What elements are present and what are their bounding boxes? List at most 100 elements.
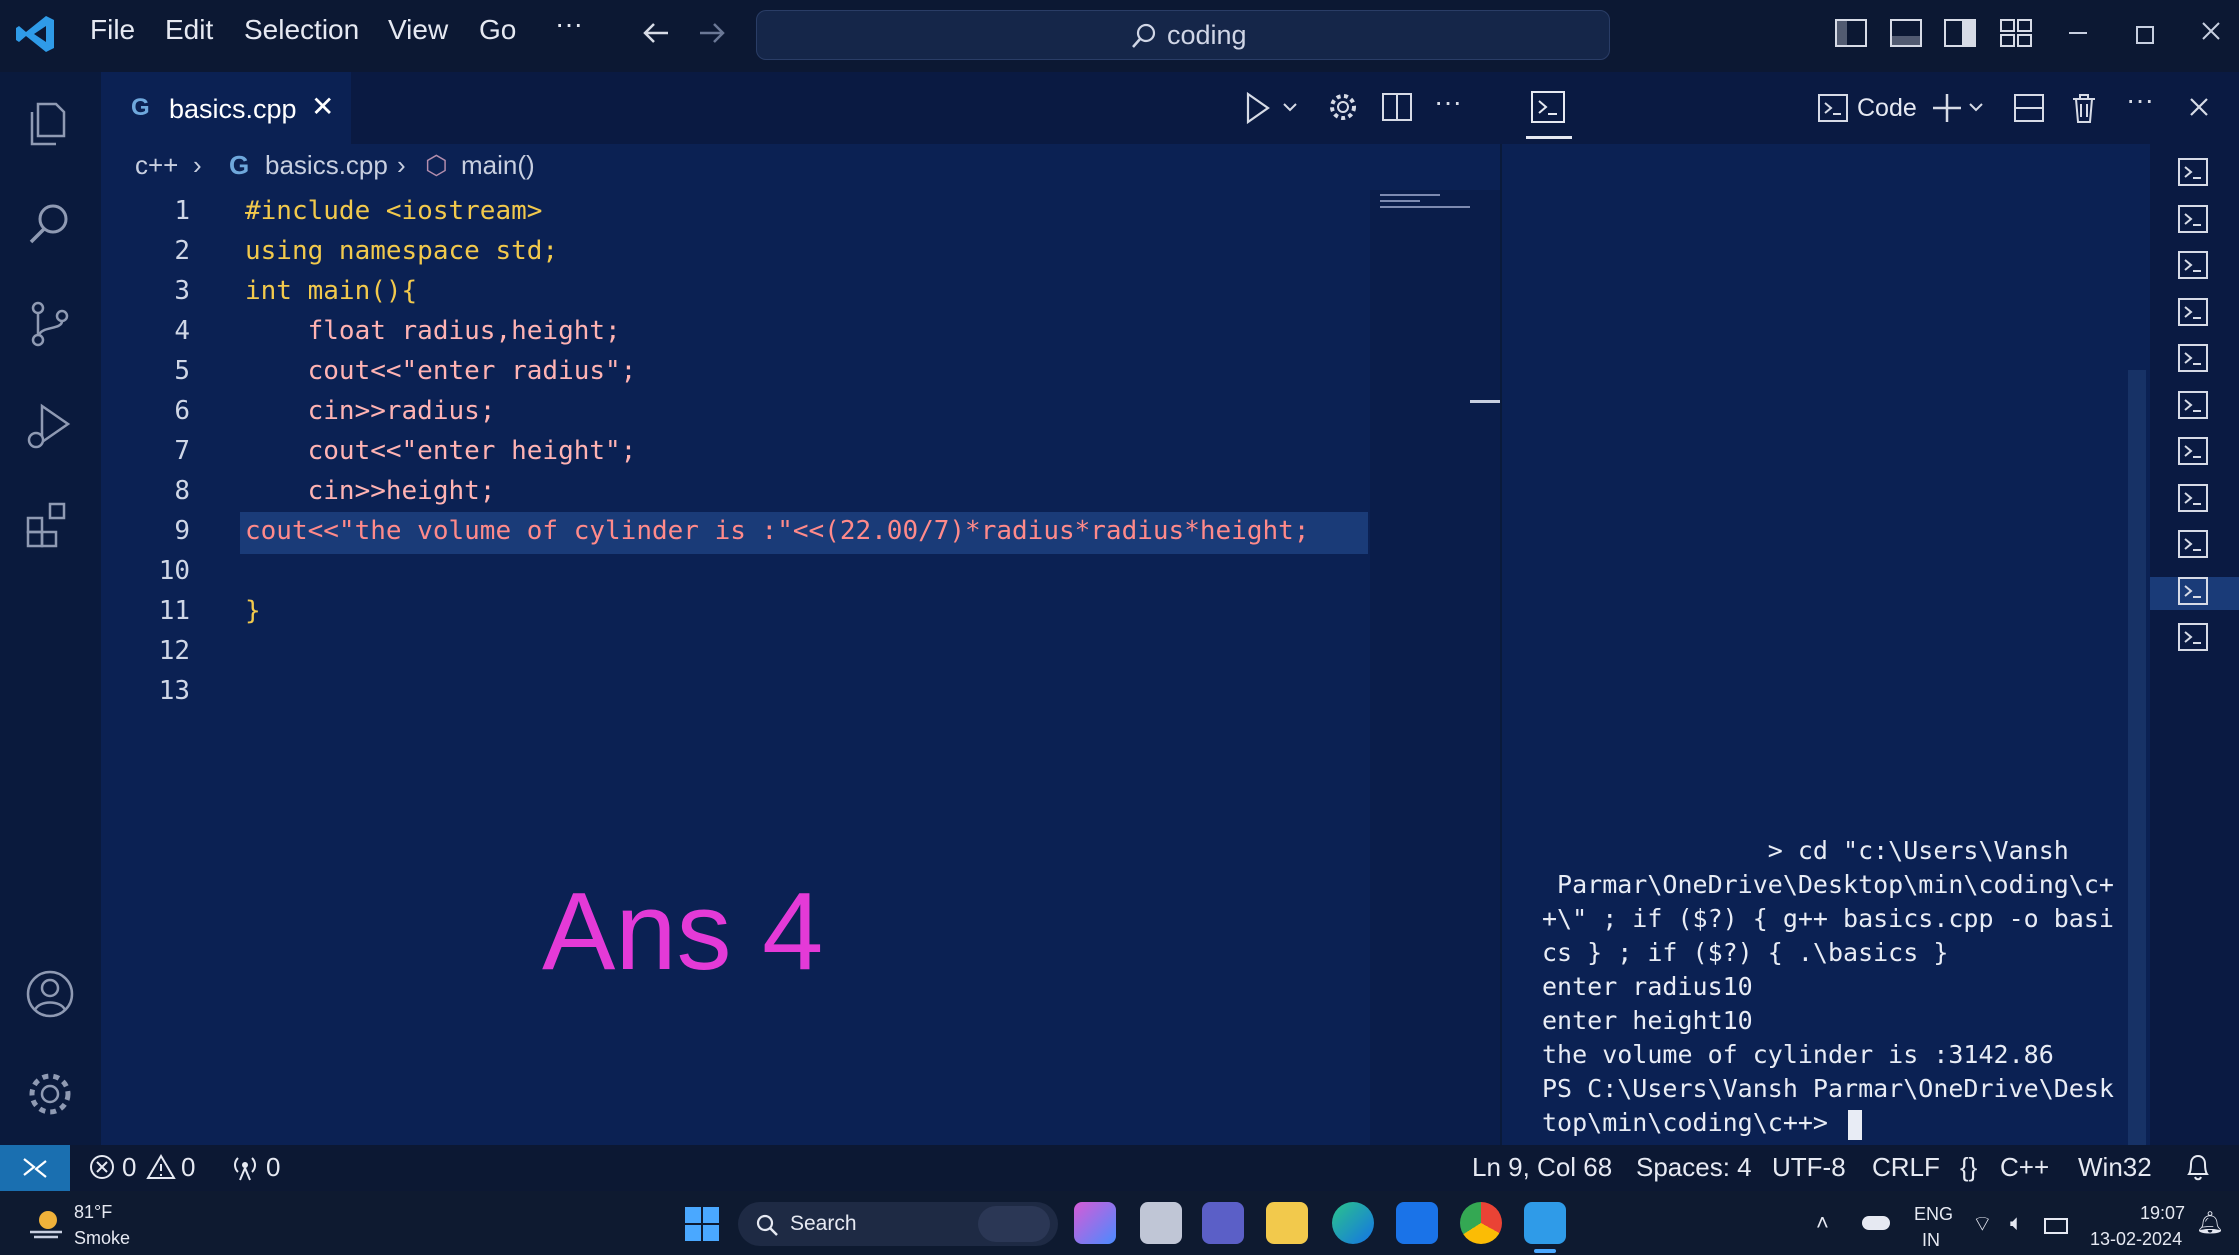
errors-count[interactable]: 0 xyxy=(122,1152,136,1183)
code-line[interactable]: using namespace std; xyxy=(245,236,558,266)
language-top[interactable]: ENG xyxy=(1914,1204,1953,1225)
restore-icon[interactable] xyxy=(2136,26,2154,44)
ports-count[interactable]: 0 xyxy=(266,1152,280,1183)
code-line[interactable]: cout<<"enter height"; xyxy=(245,436,637,466)
close-window-icon[interactable] xyxy=(2200,20,2222,47)
terminal-instance-icon[interactable] xyxy=(2178,344,2208,377)
source-control-icon[interactable] xyxy=(22,296,78,352)
edge-browser-icon[interactable] xyxy=(1332,1202,1374,1244)
toggle-primary-sidebar-icon[interactable] xyxy=(1834,18,1868,53)
code-line[interactable]: cout<<"the volume of cylinder is :"<<(22… xyxy=(245,516,1309,546)
terminal-instance-icon[interactable] xyxy=(2178,251,2208,284)
back-arrow-icon[interactable] xyxy=(640,16,674,55)
wifi-icon[interactable]: ⌔ xyxy=(1972,1210,1993,1238)
run-debug-icon[interactable] xyxy=(22,398,78,454)
menu-selection[interactable]: Selection xyxy=(244,14,359,46)
terminal-instance-icon[interactable] xyxy=(2178,297,2208,331)
vscode-taskbar-icon[interactable] xyxy=(1524,1202,1566,1244)
tab-close-icon[interactable]: ✕ xyxy=(311,90,334,123)
errors-icon[interactable] xyxy=(88,1153,116,1186)
code-line[interactable]: cout<<"enter radius"; xyxy=(245,356,637,386)
chevron-up-icon[interactable]: ˄ xyxy=(1816,1210,1829,1236)
forward-arrow-icon[interactable] xyxy=(694,16,728,55)
kill-terminal-trash-icon[interactable] xyxy=(2070,92,2098,129)
copilot-app-icon[interactable] xyxy=(1074,1202,1116,1244)
weather-temp[interactable]: 81°F xyxy=(74,1202,112,1223)
notifications-bell-icon[interactable] xyxy=(2184,1152,2212,1187)
settings-gear-icon[interactable] xyxy=(22,1066,78,1122)
run-code-icon[interactable] xyxy=(1244,90,1304,131)
tab-basics-cpp[interactable]: G basics.cpp ✕ xyxy=(101,72,351,144)
clock-time[interactable]: 19:07 xyxy=(2140,1203,2185,1224)
chrome-browser-icon[interactable] xyxy=(1460,1202,1502,1244)
task-view-icon[interactable] xyxy=(1140,1202,1182,1244)
windows-start-icon[interactable] xyxy=(684,1206,720,1247)
volume-icon[interactable]: 🔈︎ xyxy=(2010,1210,2023,1236)
terminal-tab-icon[interactable] xyxy=(1530,90,1566,129)
terminal-name[interactable]: Code xyxy=(1857,94,1917,123)
split-terminal-icon[interactable] xyxy=(2014,94,2044,127)
terminal-instance-icon[interactable] xyxy=(2150,576,2239,610)
terminal-instance-icon[interactable] xyxy=(2178,158,2208,191)
code-line[interactable]: float radius,height; xyxy=(245,316,621,346)
split-editor-icon[interactable] xyxy=(1381,92,1413,127)
breadcrumb-symbol[interactable]: main() xyxy=(461,150,535,181)
debug-settings-gear-icon[interactable] xyxy=(1326,90,1360,129)
ports-broadcast-icon[interactable] xyxy=(230,1153,260,1186)
code-line[interactable]: cin>>height; xyxy=(245,476,496,506)
toggle-panel-icon[interactable] xyxy=(1889,18,1923,53)
code-line[interactable]: #include <iostream> xyxy=(245,196,542,226)
file-explorer-icon[interactable] xyxy=(1266,1202,1308,1244)
language-bottom[interactable]: IN xyxy=(1922,1230,1940,1251)
toggle-secondary-sidebar-icon[interactable] xyxy=(1943,18,1977,53)
explorer-icon[interactable] xyxy=(22,96,78,152)
panel-more-actions-icon[interactable]: ··· xyxy=(2126,84,2154,116)
breadcrumb-folder[interactable]: c++ xyxy=(135,150,178,181)
language-mode[interactable]: C++ xyxy=(2000,1152,2049,1183)
editor-more-actions-icon[interactable]: ··· xyxy=(1434,86,1462,118)
search-view-icon[interactable] xyxy=(22,196,78,252)
terminal-instance-icon[interactable] xyxy=(2178,483,2208,517)
menu-view[interactable]: View xyxy=(388,14,448,46)
menu-edit[interactable]: Edit xyxy=(165,14,213,46)
terminal-line: enter height10 xyxy=(1542,1006,1753,1035)
menu-more[interactable]: ··· xyxy=(555,8,583,40)
code-line[interactable]: } xyxy=(245,596,261,626)
minimize-icon[interactable] xyxy=(2069,32,2087,34)
platform[interactable]: Win32 xyxy=(2078,1152,2152,1183)
cursor-position[interactable]: Ln 9, Col 68 xyxy=(1472,1152,1612,1183)
new-terminal-plus-icon[interactable] xyxy=(1932,92,1986,129)
code-line[interactable]: cin>>radius; xyxy=(245,396,496,426)
menu-go[interactable]: Go xyxy=(479,14,516,46)
teams-chat-icon[interactable] xyxy=(1202,1202,1244,1244)
weather-icon[interactable] xyxy=(28,1206,66,1245)
battery-icon[interactable] xyxy=(2044,1218,2068,1234)
command-center-search[interactable]: coding xyxy=(756,10,1610,60)
taskbar-search[interactable]: Search xyxy=(738,1202,1058,1246)
indentation[interactable]: Spaces: 4 xyxy=(1636,1152,1752,1183)
close-panel-icon[interactable] xyxy=(2188,96,2210,123)
minimap[interactable] xyxy=(1370,190,1500,1145)
weather-desc[interactable]: Smoke xyxy=(74,1228,130,1249)
customize-layout-icon[interactable] xyxy=(1999,18,2033,53)
breadcrumb-file[interactable]: basics.cpp xyxy=(265,150,388,181)
clock-date[interactable]: 13-02-2024 xyxy=(2090,1229,2182,1250)
terminal-instance-icon[interactable] xyxy=(2178,623,2208,656)
remote-indicator-icon[interactable] xyxy=(0,1145,70,1191)
terminal-instance-icon[interactable] xyxy=(2178,204,2208,238)
line-endings[interactable]: CRLF xyxy=(1872,1152,1940,1183)
microsoft-store-icon[interactable] xyxy=(1396,1202,1438,1244)
menu-file[interactable]: File xyxy=(90,14,135,46)
terminal-scrollbar[interactable] xyxy=(2128,370,2146,1145)
terminal-instance-icon[interactable] xyxy=(2178,530,2208,563)
extensions-icon[interactable] xyxy=(22,496,78,552)
terminal-instance-icon[interactable] xyxy=(2178,390,2208,424)
onedrive-cloud-icon[interactable] xyxy=(1862,1216,1890,1230)
code-line[interactable]: int main(){ xyxy=(245,276,417,306)
account-icon[interactable] xyxy=(22,966,78,1022)
encoding[interactable]: UTF-8 xyxy=(1772,1152,1846,1183)
terminal-instance-icon[interactable] xyxy=(2178,437,2208,470)
warnings-icon[interactable] xyxy=(146,1153,176,1186)
notification-center-bell-icon[interactable]: 🔔︎ xyxy=(2196,1210,2224,1236)
warnings-count[interactable]: 0 xyxy=(181,1152,195,1183)
